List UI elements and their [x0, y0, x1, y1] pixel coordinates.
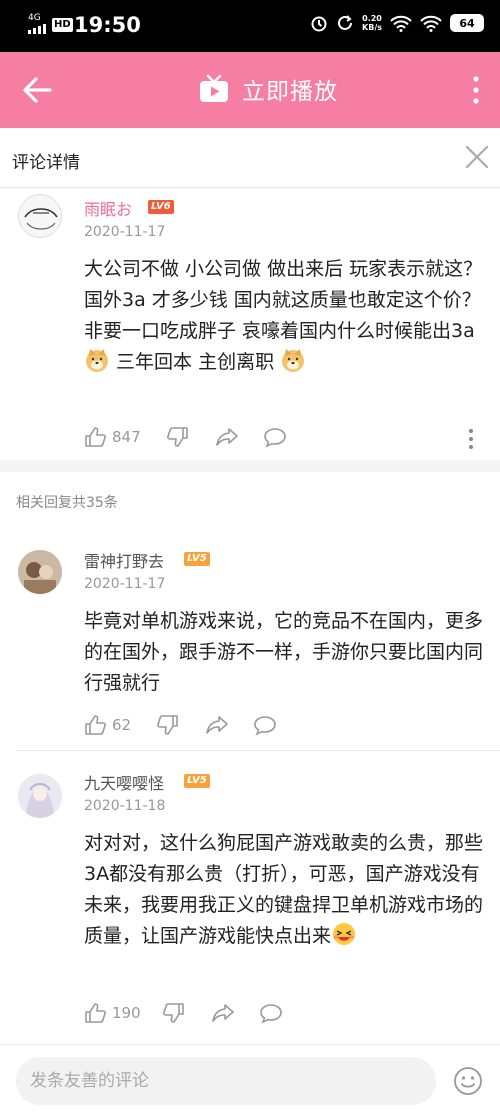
comment-icon[interactable] [259, 1002, 283, 1024]
share-icon[interactable] [205, 714, 229, 736]
level-badge: LV6 [148, 200, 174, 214]
wifi-icon [420, 15, 442, 32]
more-vertical-icon[interactable] [470, 74, 482, 106]
thumb-up-icon [85, 715, 106, 735]
level-badge: LV5 [184, 552, 210, 566]
play-now-button[interactable]: 立即播放 [198, 72, 338, 106]
doge-emoji-icon [282, 349, 305, 372]
avatar[interactable] [18, 194, 62, 238]
clock: 19:50 [74, 13, 141, 37]
comment-date: 2020-11-17 [84, 224, 166, 240]
network-speed: 0.20 KB/s [362, 14, 382, 32]
like-button[interactable]: 62 [84, 714, 131, 736]
more-vertical-icon[interactable] [468, 428, 474, 450]
close-icon[interactable] [464, 144, 490, 170]
comment-text: 大公司不做 小公司做 做出来后 玩家表示就这？ 国外3a 才多少钱 国内就这质量… [84, 258, 483, 373]
thumb-down-icon[interactable] [166, 426, 189, 448]
comment-username[interactable]: 雨眠お [84, 196, 132, 220]
comment-detail-title: 评论详情 [12, 153, 80, 173]
header-title: 立即播放 [242, 79, 338, 105]
thumb-up-icon [85, 1003, 106, 1023]
tv-icon [200, 74, 228, 102]
app-header: 立即播放 [0, 52, 500, 128]
comment-date: 2020-11-18 [84, 798, 166, 814]
level-badge: LV5 [184, 774, 210, 788]
like-button[interactable]: 847 [84, 426, 141, 448]
reply-item: 雷神打野去 LV5 2020-11-17 毕竟对单机游戏来说，它的竞品不在国内，… [0, 530, 500, 750]
laughing-emoji-icon [333, 923, 356, 945]
reply-count: 相关回复共35条 [16, 495, 118, 511]
like-count: 62 [112, 716, 132, 734]
comment-input-bar [0, 1044, 500, 1114]
comment-icon[interactable] [253, 714, 277, 736]
like-count: 190 [112, 1004, 141, 1022]
emoji-icon[interactable] [452, 1065, 484, 1097]
signal-icon [28, 24, 46, 34]
network-type: 4G [28, 13, 41, 23]
comment-username[interactable]: 九天嘤嘤怪 [84, 770, 164, 794]
thumb-up-icon [85, 427, 106, 447]
wifi-alt-icon [390, 15, 412, 32]
comment-date: 2020-11-17 [84, 576, 166, 592]
share-icon[interactable] [211, 1002, 235, 1024]
doge-emoji-icon [86, 349, 108, 372]
comment-text: 对对对，这什么狗屁国产游戏敢卖的么贵，那些3A都没有那么贵（打折），可恶，国产游… [84, 832, 484, 947]
like-count: 847 [112, 428, 141, 446]
divider [16, 750, 500, 751]
comment-text: 毕竟对单机游戏来说，它的竞品不在国内，更多的在国外，跟手游不一样，手游你只要比国… [84, 610, 484, 694]
hd-badge: HD [52, 18, 73, 32]
share-icon[interactable] [215, 426, 239, 448]
comment-input[interactable] [16, 1057, 436, 1105]
thumb-down-icon[interactable] [157, 714, 179, 736]
comment-icon[interactable] [263, 426, 287, 448]
reply-item: 九天嘤嘤怪 LV5 2020-11-18 对对对，这什么狗屁国产游戏敢卖的么贵，… [0, 752, 500, 1042]
comment-username[interactable]: 雷神打野去 [84, 548, 164, 572]
avatar[interactable] [18, 550, 62, 594]
back-arrow-icon[interactable] [18, 72, 58, 108]
comment-detail-bar: 评论详情 [0, 128, 500, 188]
avatar[interactable] [18, 774, 62, 818]
status-bar: 4G HD 19:50 0.20 KB/s 64 [0, 0, 500, 52]
battery-icon: 64 [450, 14, 484, 32]
thumb-down-icon[interactable] [162, 1002, 185, 1024]
section-divider [0, 460, 500, 472]
sync-icon [338, 15, 353, 30]
like-button[interactable]: 190 [84, 1002, 141, 1024]
main-comment: 雨眠お LV6 2020-11-17 大公司不做 小公司做 做出来后 玩家表示就… [0, 188, 500, 460]
alarm-icon [311, 16, 327, 32]
